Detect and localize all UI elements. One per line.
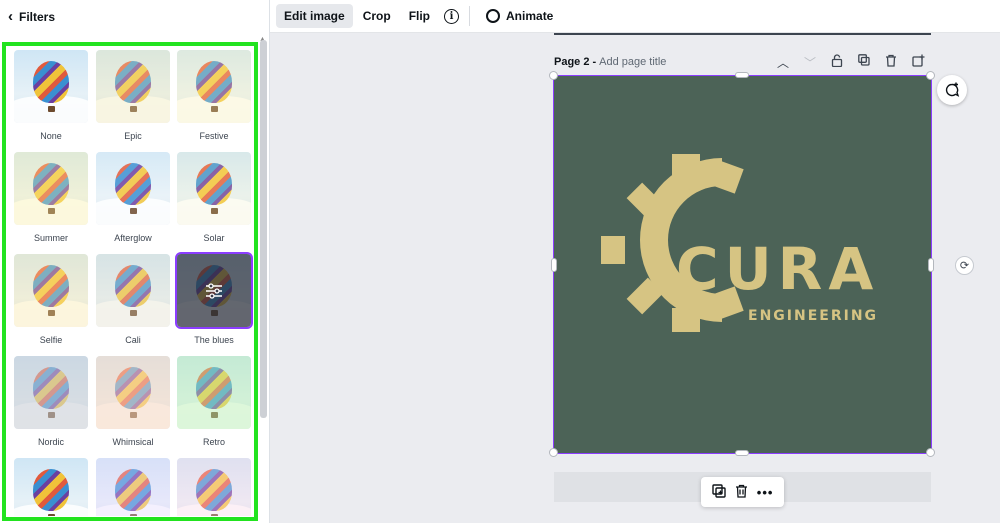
filter-thumbnail [14,254,88,327]
filter-option[interactable] [177,458,251,516]
filter-option[interactable] [96,458,170,516]
filter-option[interactable]: The blues [175,252,253,345]
filter-label: The blues [194,335,234,345]
filter-thumbnail [14,152,88,225]
filter-thumbnail [177,458,251,516]
filters-panel-title: Filters [19,9,56,24]
filter-label: None [40,131,62,141]
filter-label: Solar [203,233,225,243]
info-icon[interactable]: i [444,8,460,24]
filter-thumbnail [96,50,170,123]
chevron-left-icon: ‹ [8,8,13,25]
filter-option[interactable]: Summer [14,152,88,243]
filter-option[interactable]: Whimsical [96,356,170,447]
filter-label: Retro [202,437,225,447]
filter-thumbnail [14,458,88,516]
resize-handle-bottom-right[interactable] [926,448,935,457]
comment-plus-icon [945,82,960,97]
filters-grid: None Epic Festive Summer Afterglow Solar Selfi… [0,50,258,516]
resize-handle-bottom-left[interactable] [549,448,558,457]
resize-handle-bottom[interactable] [735,450,749,456]
logo-main-text: CURA [676,235,879,303]
filter-label: Summer [33,233,68,243]
animate-label: Animate [506,9,554,23]
page-label: Page 2 [554,56,590,68]
lock-icon[interactable] [830,54,844,71]
crop-button[interactable]: Crop [355,4,399,28]
filter-thumbnail [14,356,88,429]
resize-handle-left[interactable] [551,258,557,272]
filter-option[interactable]: Retro [177,356,251,447]
animate-icon [486,9,501,23]
animate-button[interactable]: Animate [478,4,561,28]
page-label-separator: - [592,56,597,68]
cura-logo[interactable]: CURA ENGINEERING [554,76,931,453]
filter-option[interactable]: Solar [177,152,251,243]
filter-thumbnail [96,458,170,516]
trash-icon[interactable] [884,54,898,71]
resize-handle-right[interactable] [928,258,934,272]
filter-label: Festive [199,131,229,141]
move-page-up-icon[interactable]: ︿ [776,54,790,71]
resize-handle-top-left[interactable] [549,71,558,80]
toolbar-divider [469,6,471,26]
panel-scrollbar[interactable] [260,40,267,418]
filter-thumbnail [14,50,88,123]
page-tools-popup: ••• [701,477,784,507]
page-header: Page 2 - Add page title ︿ ﹀ [554,53,934,71]
flip-button[interactable]: Flip [401,4,438,28]
move-page-down-icon[interactable]: ﹀ [803,54,817,71]
top-toolbar: Edit image Crop Flip i Animate [270,0,1000,33]
filter-thumbnail [177,152,251,225]
filter-label: Selfie [39,335,63,345]
filters-panel: ‹ Filters None Epic Festive Summer Afterglow… [0,0,270,523]
add-page-icon[interactable] [911,54,925,71]
filter-option[interactable]: Cali [96,254,170,345]
delete-icon[interactable] [735,484,748,501]
filter-thumbnail [177,356,251,429]
logo-sub-text: ENGINEERING [748,308,878,324]
rotate-icon[interactable]: ⟳ [955,256,974,275]
filter-option[interactable]: Selfie [14,254,88,345]
filter-thumbnail [96,152,170,225]
filter-option[interactable]: Afterglow [96,152,170,243]
filter-option[interactable]: Epic [96,50,170,141]
filter-thumbnail [177,50,251,123]
filter-option[interactable] [14,458,88,516]
previous-page-edge [554,33,931,35]
more-options-icon[interactable]: ••• [757,485,774,500]
filter-label: Afterglow [114,233,152,243]
page-actions: ︿ ﹀ [776,54,925,71]
resize-handle-top[interactable] [735,72,749,78]
filter-option[interactable]: None [14,50,88,141]
resize-handle-top-right[interactable] [926,71,935,80]
filter-option[interactable]: Nordic [14,356,88,447]
filter-label: Whimsical [112,437,154,447]
filter-thumbnail [175,252,253,329]
duplicate-page-icon[interactable] [857,54,871,71]
duplicate-icon[interactable] [711,483,726,501]
filter-label: Cali [125,335,141,345]
filter-option[interactable]: Festive [177,50,251,141]
filter-thumbnail [96,254,170,327]
filter-thumbnail [96,356,170,429]
add-comment-button[interactable] [937,75,967,105]
add-page-title-input[interactable]: Add page title [599,56,666,68]
filter-label: Nordic [37,437,64,447]
filters-back-button[interactable]: ‹ Filters [0,0,270,33]
filter-label: Epic [124,131,142,141]
edit-image-button[interactable]: Edit image [276,4,353,28]
filter-adjust-icon[interactable] [177,254,251,327]
